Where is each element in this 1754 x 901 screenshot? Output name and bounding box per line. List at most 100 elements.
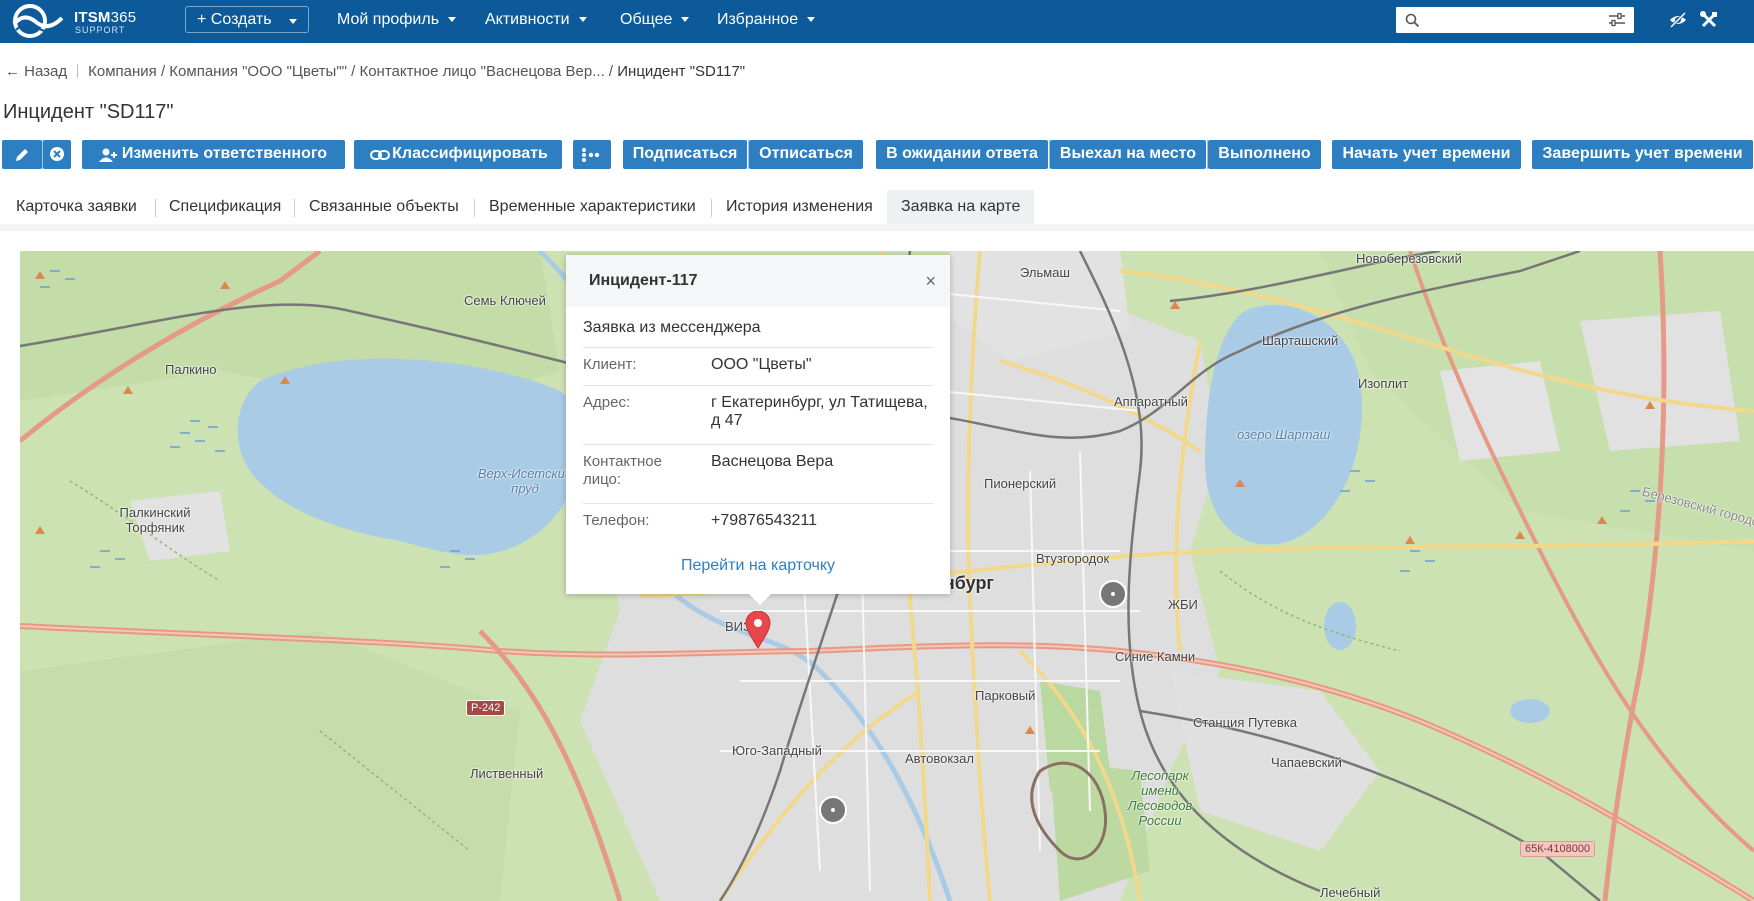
search-input[interactable]	[1424, 10, 1594, 30]
open-card-link[interactable]: Перейти на карточку	[566, 557, 950, 575]
tab-content-separator	[0, 224, 1754, 231]
awaiting-response-button[interactable]: В ожидании ответа	[876, 140, 1048, 169]
road-tag: Р-242	[466, 700, 506, 716]
map-cluster-marker[interactable]	[819, 796, 847, 824]
brand-name: ITSM365	[74, 9, 137, 26]
tab-related-objects[interactable]: Связанные объекты	[309, 190, 459, 224]
breadcrumb-path[interactable]: Компания / Компания "ООО "Цветы"" / Конт…	[88, 63, 617, 80]
breadcrumb-current: Инцидент "SD117"	[617, 63, 746, 80]
map-cluster-marker[interactable]	[1099, 580, 1127, 608]
change-responsible-button[interactable]: Изменить ответственного	[82, 140, 345, 169]
map-label: Семь Ключей	[464, 293, 546, 308]
tools-icon[interactable]	[1699, 10, 1719, 30]
map-label: Лечебный	[1320, 885, 1381, 900]
nav-activities[interactable]: Активности	[485, 11, 587, 29]
location-pin-icon[interactable]	[745, 611, 771, 649]
incident-popup: Инцидент-117 × Заявка из мессенджера Кли…	[566, 255, 950, 605]
popup-row-contact: Контактное лицо: Васнецова Вера	[583, 444, 933, 503]
map-label: Лесопарк имени Лесоводов России	[1127, 768, 1193, 828]
chevron-down-icon	[448, 17, 457, 22]
search-icon[interactable]	[1405, 13, 1420, 28]
done-button[interactable]: Выполнено	[1208, 140, 1321, 169]
classify-button[interactable]: Классифицировать	[354, 140, 562, 169]
row-label: Телефон:	[583, 512, 650, 529]
nav-general[interactable]: Общее	[620, 11, 690, 29]
unsubscribe-button[interactable]: Отписаться	[749, 140, 863, 169]
nav-my-profile[interactable]: Мой профиль	[337, 11, 457, 29]
divider	[474, 199, 475, 217]
map-label: озеро Шарташ	[1237, 427, 1331, 442]
row-value: Васнецова Вера	[711, 453, 834, 470]
eye-slash-icon[interactable]	[1668, 10, 1688, 30]
went-on-site-button[interactable]: Выехал на место	[1050, 140, 1206, 169]
tab-specification[interactable]: Спецификация	[169, 190, 281, 224]
popup-title: Инцидент-117	[589, 272, 698, 289]
button-label: Классифицировать	[392, 145, 548, 162]
chevron-down-icon	[807, 17, 816, 22]
map-label: Синие Камни	[1115, 649, 1196, 664]
top-navigation-bar: ITSM365 SUPPORT + Создать Мой профиль Ак…	[0, 0, 1754, 43]
divider	[77, 64, 79, 78]
tab-time-characteristics[interactable]: Временные характеристики	[489, 190, 696, 224]
map-label: Юго-Западный	[732, 743, 822, 758]
popup-row-address: Адрес: г Екатеринбург, ул Татищева, д 47	[583, 385, 933, 444]
close-circle-icon	[50, 147, 64, 161]
create-label: + Создать	[197, 11, 272, 28]
actions-icon	[582, 148, 600, 162]
map-label: Станция Путевка	[1193, 715, 1297, 730]
tab-request-card[interactable]: Карточка заявки	[16, 190, 137, 224]
popup-row-phone: Телефон: +79876543211	[583, 503, 933, 543]
map-label: Новоберезовский	[1356, 251, 1462, 266]
popup-row-client: Клиент: ООО "Цветы"	[583, 347, 933, 385]
row-label: Клиент:	[583, 356, 637, 373]
breadcrumb: ← Назад Компания / Компания "ООО "Цветы""…	[5, 63, 745, 80]
row-value: ООО "Цветы"	[711, 356, 812, 373]
nav-favorites[interactable]: Избранное	[717, 11, 816, 29]
button-label: Изменить ответственного	[121, 145, 328, 162]
stop-time-tracking-button[interactable]: Завершить учет времени	[1532, 140, 1753, 169]
tab-change-history[interactable]: История изменения	[726, 190, 873, 224]
start-time-tracking-button[interactable]: Начать учет времени	[1332, 140, 1521, 169]
pencil-icon	[16, 149, 28, 161]
map-label: Аппаратный	[1114, 394, 1188, 409]
map-label: Пионерский	[984, 476, 1057, 491]
subscribe-button[interactable]: Подписаться	[623, 140, 747, 169]
nav-label: Избранное	[717, 11, 799, 28]
map-label: Втузгородок	[1036, 551, 1110, 566]
link-icon	[370, 150, 390, 160]
filter-settings-icon[interactable]	[1608, 13, 1626, 27]
wave-logo-icon	[12, 4, 64, 38]
row-value: +79876543211	[711, 512, 818, 529]
page-title: Инцидент "SD117"	[3, 101, 174, 123]
divider	[155, 199, 156, 217]
map-label: Палкинский Торфяник	[119, 505, 191, 535]
back-link[interactable]: ← Назад	[5, 63, 67, 80]
chevron-down-icon	[681, 17, 690, 22]
row-label: Адрес:	[583, 394, 631, 411]
cancel-button[interactable]	[43, 140, 71, 169]
divider	[294, 199, 295, 217]
edit-button[interactable]	[2, 140, 42, 169]
itsm365-logo[interactable]: ITSM365 SUPPORT	[10, 4, 145, 38]
road-tag: 65К-4108000	[1520, 841, 1596, 857]
divider	[711, 199, 712, 217]
search-box	[1396, 7, 1634, 33]
tab-bar: Карточка заявки Спецификация Связанные о…	[0, 190, 1754, 224]
nav-label: Активности	[485, 11, 570, 28]
create-button[interactable]: + Создать	[185, 6, 309, 33]
brand-sub: SUPPORT	[75, 25, 126, 35]
map-label: Парковый	[975, 688, 1036, 703]
map-label: Изоплит	[1358, 376, 1409, 391]
close-icon[interactable]: ×	[925, 272, 936, 290]
map-label: Автовокзал	[905, 751, 974, 766]
chevron-down-icon	[289, 19, 297, 24]
popup-subtitle: Заявка из мессенджера	[583, 319, 761, 336]
map-label: Верх-Исетский пруд	[477, 466, 573, 496]
map-label: Чапаевский	[1271, 755, 1342, 770]
map-label: Шарташский	[1262, 333, 1339, 348]
more-actions-button[interactable]	[573, 140, 611, 169]
tab-request-on-map[interactable]: Заявка на карте	[887, 190, 1035, 224]
nav-label: Мой профиль	[337, 11, 440, 28]
user-plus-icon	[99, 148, 117, 162]
popup-pointer	[748, 593, 772, 605]
